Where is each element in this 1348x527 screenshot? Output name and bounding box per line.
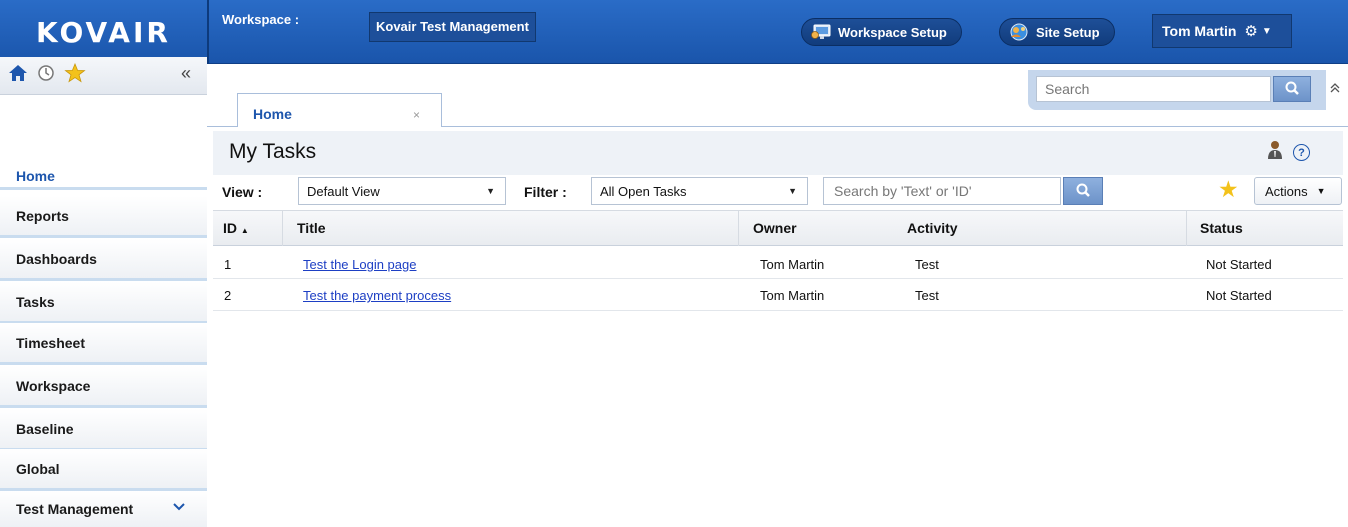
- workspace-label: Workspace :: [222, 12, 300, 27]
- home-icon[interactable]: [8, 64, 28, 82]
- monitor-icon: [810, 23, 832, 41]
- workspace-setup-button[interactable]: Workspace Setup: [801, 18, 962, 46]
- close-icon[interactable]: ×: [413, 108, 420, 122]
- kovair-logo[interactable]: KOVAIR: [0, 0, 207, 64]
- sidebar-item-baseline[interactable]: Baseline: [0, 409, 207, 451]
- page-title-bar: [213, 131, 1343, 175]
- chevron-down-icon: ▼: [788, 186, 797, 196]
- sidebar-item-label: Tasks: [16, 293, 55, 310]
- column-header-label: ID: [223, 220, 237, 236]
- tab-home[interactable]: Home ×: [237, 93, 442, 127]
- column-divider: [1186, 210, 1187, 246]
- logo-text: KOVAIR: [36, 15, 171, 49]
- chevron-down-icon: ▼: [1261, 25, 1272, 37]
- column-divider: [282, 210, 283, 246]
- site-setup-button[interactable]: Site Setup: [999, 18, 1115, 46]
- row-status: Not Started: [1206, 257, 1272, 272]
- sidebar-item-reports[interactable]: Reports: [0, 196, 207, 238]
- sidebar-icon-row: [8, 63, 86, 83]
- filter-select[interactable]: All Open Tasks ▼: [591, 177, 808, 205]
- sidebar-item-workspace[interactable]: Workspace: [0, 366, 207, 408]
- row-title-link[interactable]: Test the Login page: [303, 257, 416, 272]
- row-title-link[interactable]: Test the payment process: [303, 288, 451, 303]
- view-label: View :: [222, 184, 263, 200]
- chevron-down-icon: ▼: [486, 186, 495, 196]
- favorites-star-icon[interactable]: [64, 63, 86, 83]
- user-name: Tom Martin: [1162, 23, 1237, 39]
- column-header-owner[interactable]: Owner: [753, 220, 797, 236]
- person-icon[interactable]: [1266, 140, 1284, 160]
- history-icon[interactable]: [37, 64, 55, 82]
- site-setup-label: Site Setup: [1036, 24, 1100, 40]
- view-select[interactable]: Default View ▼: [298, 177, 506, 205]
- sidebar-item-label: Test Management: [16, 501, 134, 517]
- column-divider: [738, 210, 739, 246]
- search-icon: [1064, 178, 1102, 204]
- row-id: 1: [224, 257, 232, 272]
- task-search-input[interactable]: Search by 'Text' or 'ID': [823, 177, 1061, 205]
- workspace-selector[interactable]: Kovair Test Management: [369, 12, 536, 42]
- collapse-sidebar-button[interactable]: «: [181, 63, 191, 84]
- collapse-header-icon[interactable]: [1330, 82, 1340, 94]
- help-icon[interactable]: ?: [1293, 144, 1310, 161]
- search-icon: [1274, 77, 1310, 101]
- view-select-value: Default View: [307, 183, 380, 199]
- row-status: Not Started: [1206, 288, 1272, 303]
- row-activity: Test: [915, 257, 939, 272]
- column-header-activity[interactable]: Activity: [907, 220, 958, 236]
- column-header-status[interactable]: Status: [1200, 220, 1243, 236]
- sidebar-item-timesheet[interactable]: Timesheet: [0, 323, 207, 365]
- actions-dropdown[interactable]: Actions ▼: [1254, 177, 1342, 205]
- task-search-button[interactable]: [1063, 177, 1103, 205]
- row-id: 2: [224, 288, 232, 303]
- sidebar-item-test-management[interactable]: Test Management: [0, 491, 207, 527]
- sidebar-toolbar: «: [0, 57, 207, 95]
- user-menu[interactable]: Tom Martin ⚙ ▼: [1152, 14, 1292, 48]
- sidebar-item-label: Dashboards: [16, 250, 97, 267]
- tab-label: Home: [253, 106, 292, 122]
- favorite-star-button[interactable]: ★: [1218, 178, 1239, 201]
- sidebar-item-home[interactable]: Home: [0, 164, 207, 190]
- sidebar-item-label: Reports: [16, 207, 69, 224]
- chevron-down-icon: ▼: [1316, 186, 1326, 196]
- sidebar-item-global[interactable]: Global: [0, 449, 207, 491]
- actions-label: Actions: [1265, 183, 1308, 199]
- row-owner: Tom Martin: [760, 257, 825, 272]
- top-bar: KOVAIR Workspace : Kovair Test Managemen…: [0, 0, 1348, 64]
- chevron-down-icon: [173, 503, 185, 511]
- workspace-setup-label: Workspace Setup: [838, 24, 947, 40]
- sidebar-item-dashboards[interactable]: Dashboards: [0, 239, 207, 281]
- column-header-title[interactable]: Title: [297, 220, 326, 236]
- logo-divider: [207, 0, 209, 64]
- sidebar-item-tasks[interactable]: Tasks: [0, 282, 207, 324]
- page-title: My Tasks: [229, 140, 317, 163]
- site-icon: [1008, 23, 1030, 41]
- filter-select-value: All Open Tasks: [600, 183, 687, 199]
- sidebar-item-label: Baseline: [16, 420, 74, 437]
- column-header-id[interactable]: ID ▲: [223, 220, 249, 236]
- sidebar-item-label: Global: [16, 460, 60, 477]
- filter-label: Filter :: [524, 184, 567, 200]
- global-search-button[interactable]: [1273, 76, 1311, 102]
- row-owner: Tom Martin: [760, 288, 825, 303]
- sidebar-item-label: Timesheet: [16, 334, 85, 351]
- gear-icon: ⚙: [1244, 23, 1258, 40]
- sidebar-item-label: Workspace: [16, 377, 91, 394]
- sidebar-item-label: Home: [16, 168, 55, 184]
- sort-asc-icon: ▲: [240, 226, 249, 235]
- row-activity: Test: [915, 288, 939, 303]
- global-search-input[interactable]: Search: [1036, 76, 1271, 102]
